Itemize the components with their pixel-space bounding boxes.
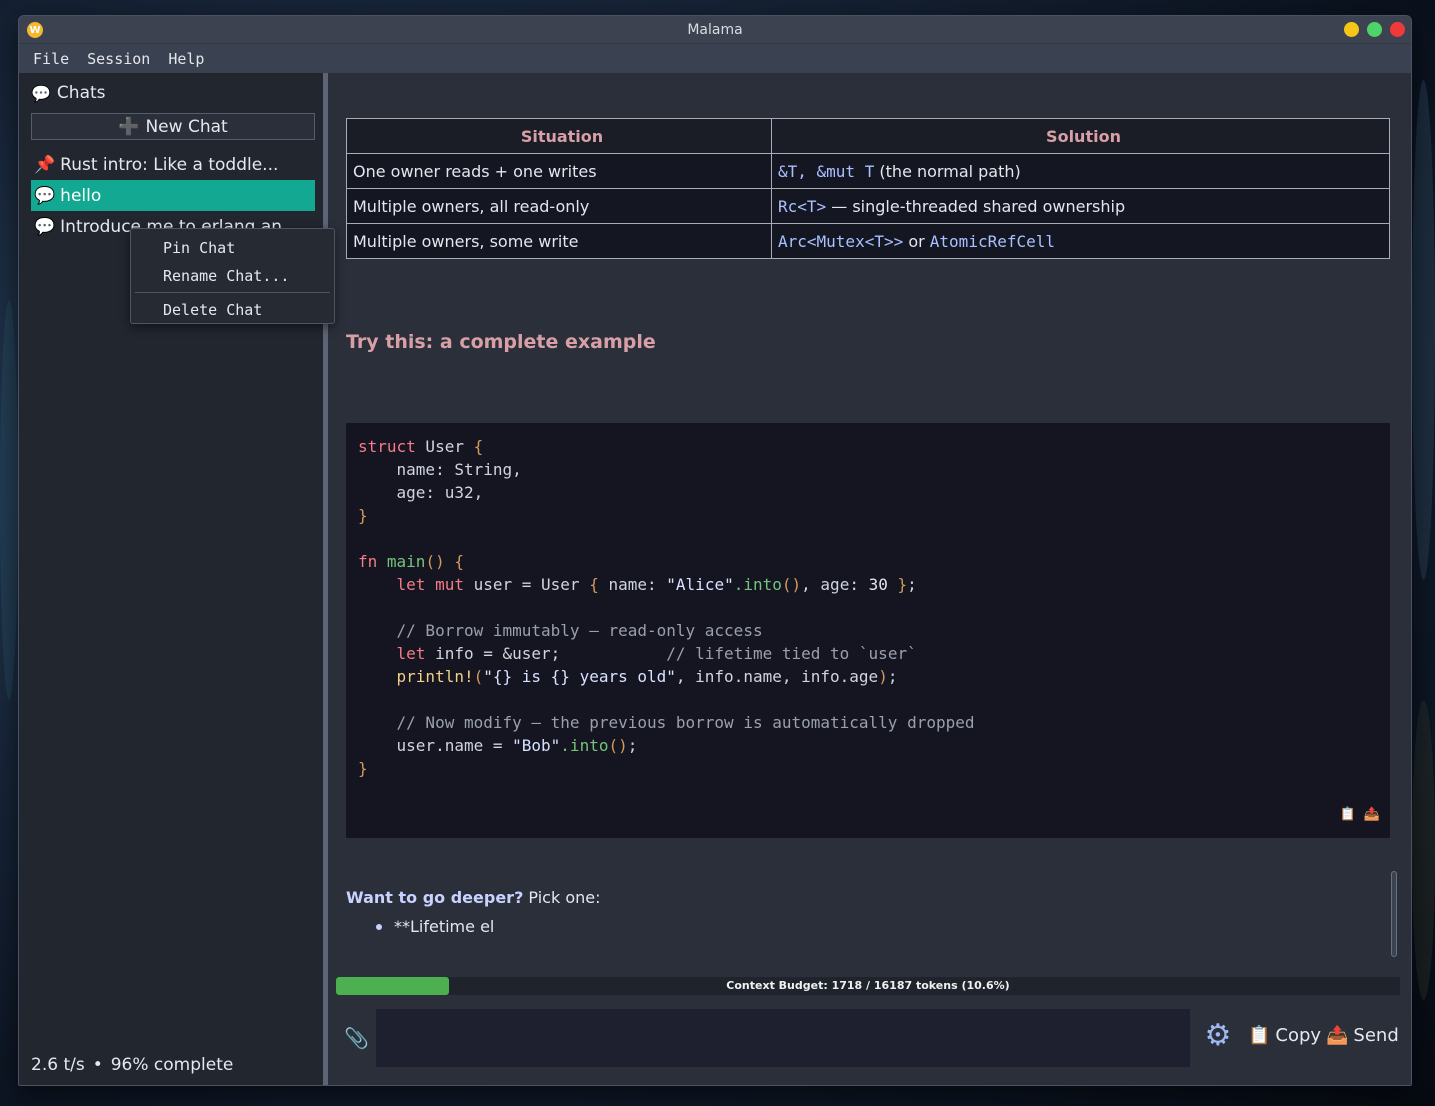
- context-budget-bar: Context Budget: 1718 / 16187 tokens (10.…: [336, 977, 1400, 995]
- close-button[interactable]: [1390, 22, 1405, 37]
- code-line: name: String,: [358, 460, 522, 479]
- speech-bubble-icon: 💬: [34, 185, 56, 206]
- gear-icon[interactable]: ⚙: [1202, 1020, 1234, 1052]
- solution-code: Arc<Mutex<T>>: [778, 231, 904, 251]
- speech-bubble-icon: 💬: [34, 216, 56, 237]
- situation-cell: Multiple owners, some write: [346, 223, 772, 259]
- section-heading: Try this: a complete example: [346, 331, 656, 353]
- paperclip-icon[interactable]: 📎: [344, 1026, 369, 1050]
- maximize-button[interactable]: [1367, 22, 1382, 37]
- solution-cell: &T, &mut T (the normal path): [771, 153, 1390, 189]
- clipboard-icon[interactable]: 📋: [1340, 803, 1356, 826]
- tokens-per-second: 2.6 t/s: [31, 1055, 85, 1075]
- code-line: fn main() {: [358, 552, 464, 571]
- speech-bubble-icon: 💬: [31, 83, 51, 103]
- message-content: Situation Solution One owner reads + one…: [346, 118, 1390, 936]
- new-chat-label: New Chat: [145, 116, 228, 137]
- sidebar: 💬 Chats ➕ New Chat 📌 Rust intro: Like a …: [19, 73, 335, 1085]
- delete-chat-menu-item[interactable]: Delete Chat: [131, 296, 334, 324]
- solution-cell: Rc<T> — single-threaded shared ownership: [771, 188, 1390, 224]
- outbox-icon: 📤: [1326, 1025, 1349, 1046]
- table-header-situation: Situation: [346, 118, 772, 154]
- pin-chat-menu-item[interactable]: Pin Chat: [131, 234, 334, 262]
- table-header-row: Situation Solution: [346, 118, 1390, 154]
- situation-cell: Multiple owners, all read-only: [346, 188, 772, 224]
- solution-text: or: [903, 231, 930, 251]
- solution-cell: Arc<Mutex<T>> or AtomicRefCell: [771, 223, 1390, 259]
- app-window: W Malama File Session Help 💬 Chats ➕ New…: [18, 15, 1412, 1086]
- chats-header: 💬 Chats: [31, 83, 313, 103]
- code-actions: 📋 📤: [1340, 803, 1380, 826]
- follow-up-prompt: Want to go deeper? Pick one:: [346, 888, 1390, 907]
- code-line: }: [358, 759, 368, 778]
- rename-chat-menu-item[interactable]: Rename Chat...: [131, 262, 334, 290]
- completion-progress: 96% complete: [110, 1055, 234, 1075]
- menu-session[interactable]: Session: [87, 50, 150, 68]
- new-chat-button[interactable]: ➕ New Chat: [31, 113, 315, 140]
- code-line: age: u32,: [358, 483, 484, 502]
- table-row: Multiple owners, some write Arc<Mutex<T>…: [346, 223, 1390, 259]
- clipboard-icon: 📋: [1248, 1025, 1271, 1046]
- send-button[interactable]: 📤 Send: [1326, 1025, 1399, 1046]
- plus-icon: ➕: [118, 116, 140, 137]
- window-title: Malama: [687, 21, 743, 38]
- solution-code: &T, &mut T: [778, 161, 875, 181]
- composer: 📎 ⚙ 📋 Copy 📤 Send: [328, 1007, 1411, 1069]
- table-row: One owner reads + one writes &T, &mut T …: [346, 153, 1390, 189]
- chat-panel: Situation Solution One owner reads + one…: [328, 73, 1411, 1085]
- outbox-icon[interactable]: 📤: [1364, 803, 1380, 826]
- window-controls: [1344, 22, 1405, 37]
- solution-text: (the normal path): [874, 161, 1021, 181]
- solution-code: Rc<T>: [778, 196, 827, 216]
- solution-code-2: AtomicRefCell: [929, 231, 1056, 251]
- follow-up-bold: Want to go deeper?: [346, 888, 524, 907]
- list-item: **Lifetime el: [376, 917, 1390, 936]
- chat-item-rust-intro[interactable]: 📌 Rust intro: Like a toddle...: [31, 149, 315, 180]
- code-block[interactable]: struct User { name: String, age: u32, } …: [346, 423, 1390, 838]
- menu-divider: [135, 292, 330, 293]
- chat-scrollbar[interactable]: [1391, 871, 1397, 957]
- copy-button[interactable]: 📋 Copy: [1248, 1025, 1321, 1046]
- send-label: Send: [1353, 1025, 1399, 1046]
- code-line: let info = &user; // lifetime tied to `u…: [358, 644, 917, 663]
- copy-label: Copy: [1275, 1025, 1322, 1046]
- menu-file[interactable]: File: [33, 50, 69, 68]
- table-header-solution: Solution: [771, 118, 1390, 154]
- app-logo-icon: W: [27, 22, 43, 38]
- status-separator: •: [92, 1055, 103, 1075]
- code-line: // Borrow immutably — read-only access: [358, 621, 763, 640]
- code-line: println!("{} is {} years old", info.name…: [358, 667, 898, 686]
- code-line: let mut user = User { name: "Alice".into…: [358, 575, 917, 594]
- menu-bar: File Session Help: [19, 44, 1411, 73]
- chat-item-label: Rust intro: Like a toddle...: [60, 154, 279, 175]
- chat-item-hello[interactable]: 💬 hello: [31, 180, 315, 211]
- bullet-icon: [376, 923, 382, 930]
- message-input[interactable]: [376, 1009, 1190, 1067]
- table-row: Multiple owners, all read-only Rc<T> — s…: [346, 188, 1390, 224]
- chats-header-label: Chats: [56, 83, 106, 103]
- chat-item-label: hello: [60, 185, 102, 206]
- solution-table: Situation Solution One owner reads + one…: [346, 118, 1390, 259]
- list-item-text: **Lifetime el: [394, 917, 495, 936]
- solution-text: — single-threaded shared ownership: [826, 196, 1126, 216]
- chat-context-menu: Pin Chat Rename Chat... Delete Chat: [130, 228, 335, 324]
- menu-help[interactable]: Help: [168, 50, 204, 68]
- context-budget-label: Context Budget: 1718 / 16187 tokens (10.…: [726, 979, 1010, 992]
- title-bar[interactable]: W Malama: [19, 16, 1411, 44]
- code-line: user.name = "Bob".into();: [358, 736, 638, 755]
- code-line: // Now modify — the previous borrow is a…: [358, 713, 975, 732]
- follow-up-rest: Pick one:: [523, 888, 601, 907]
- code-line: }: [358, 506, 368, 525]
- pin-icon: 📌: [34, 154, 56, 175]
- generation-status: 2.6 t/s • 96% complete: [31, 1055, 233, 1075]
- situation-cell: One owner reads + one writes: [346, 153, 772, 189]
- code-line: struct User {: [358, 437, 484, 456]
- minimize-button[interactable]: [1344, 22, 1359, 37]
